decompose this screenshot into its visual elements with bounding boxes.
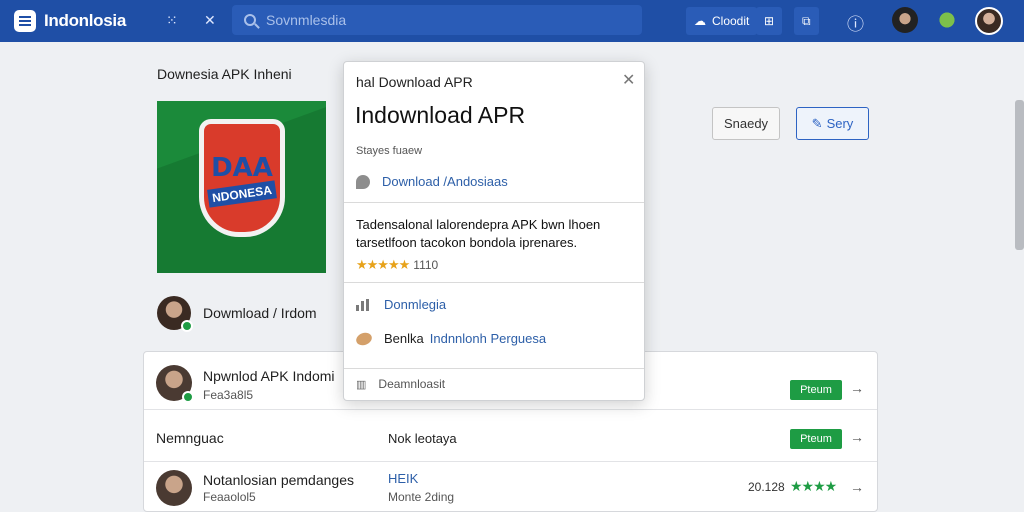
grid-icon: ⊞ <box>764 14 775 28</box>
divider <box>344 282 644 283</box>
profile-avatar[interactable] <box>975 7 1003 35</box>
popup-description: Tadensalonal lalorendepra APK bwn lhoen … <box>356 217 601 250</box>
popup-footer[interactable]: ▥ Deamnloasit <box>356 377 445 391</box>
page-title: Downesia APK Inheni <box>157 66 292 82</box>
bar-chart-icon <box>356 298 372 311</box>
popup-item-link[interactable]: Indnnlonh Perguesa <box>430 331 546 346</box>
arrow-right-icon[interactable]: → <box>850 380 864 396</box>
close-icon[interactable]: ✕ <box>622 70 635 90</box>
primary-button-label: Sery <box>826 116 854 131</box>
popup-header: hal Download APR <box>356 74 473 90</box>
app-icon-image: DAA NDONESA <box>157 101 326 273</box>
online-status-dot <box>181 320 193 332</box>
popup-item-prefix: Benlka <box>384 331 424 346</box>
download-popup: hal Download APR ✕ Indownload APR Stayes… <box>343 61 645 401</box>
apps-menu-icon[interactable]: ⁙ <box>166 12 178 29</box>
secondary-button[interactable]: Snaedy <box>712 107 780 140</box>
row-action-button[interactable]: Pteum <box>790 380 842 400</box>
list-item[interactable]: Nemnguac Nok leotaya Pteum → <box>144 410 877 462</box>
shield-logo: DAA NDONESA <box>199 119 285 237</box>
row-title: Nemnguac <box>156 430 224 446</box>
download-link-label: Download /Andosiaas <box>382 174 508 189</box>
divider <box>344 202 644 203</box>
edit-icon: ✎ <box>811 115 823 131</box>
info-icon[interactable]: ⓘ <box>847 10 864 35</box>
search-input[interactable]: Sovnmlesdia <box>232 5 642 35</box>
popup-item-label: Donmlegia <box>384 297 447 312</box>
arrow-right-icon[interactable]: → <box>850 479 864 495</box>
leaf-icon <box>356 174 370 189</box>
row-avatar <box>156 470 192 506</box>
download-link[interactable]: Download /Andosiaas <box>356 174 508 189</box>
brand[interactable]: Indonlosia <box>14 10 126 32</box>
rating-count: 1110 <box>413 258 439 272</box>
popup-footer-label: Deamnloasit <box>378 377 446 391</box>
row-detail: Nok leotaya <box>388 431 457 446</box>
android-avatar[interactable] <box>934 7 960 33</box>
cloud-icon: ☁ <box>694 14 706 28</box>
row-action-button[interactable]: Pteum <box>790 429 842 449</box>
row-title: Npwnlod APK Indomi <box>203 368 335 384</box>
window-button[interactable]: ⧉ <box>794 7 819 35</box>
close-icon[interactable]: ✕ <box>204 12 216 29</box>
online-status-dot <box>182 391 194 403</box>
popup-item-benlka[interactable]: Benlka Indnnlonh Perguesa <box>354 330 546 347</box>
brand-name: Indonlosia <box>44 11 127 30</box>
columns-icon: ▥ <box>356 378 367 391</box>
list-item[interactable]: Notanlosian pemdanges Feaaolol5 HEIK Mon… <box>144 462 877 512</box>
window-icon: ⧉ <box>802 13 811 28</box>
shield-band-text: NDONESA <box>207 180 277 208</box>
search-placeholder: Sovnmlesdia <box>266 12 347 28</box>
cloud-button[interactable]: ☁ Cloodit <box>686 7 758 35</box>
row-avatar <box>156 365 194 403</box>
divider <box>344 368 644 369</box>
rating-stars: ★★★★ <box>790 478 837 494</box>
search-icon <box>244 14 256 26</box>
row-title: Notanlosian pemdanges <box>203 472 354 488</box>
shield-top-text: DAA <box>211 153 273 183</box>
popup-rating: ★★★★★ 1110 <box>356 257 438 273</box>
row-score: 20.128 <box>748 480 785 494</box>
brand-logo-icon <box>14 10 36 32</box>
row-detail-sub: Monte 2ding <box>388 490 455 504</box>
author-avatar <box>157 296 193 332</box>
author-block[interactable]: Dowmload / Irdom <box>157 296 317 332</box>
popup-subtitle: Stayes fuaew <box>356 145 423 157</box>
grid-button[interactable]: ⊞ <box>756 7 783 35</box>
scrollbar[interactable] <box>1015 100 1024 250</box>
user-avatar[interactable] <box>892 7 918 33</box>
primary-button[interactable]: ✎ Sery <box>796 107 869 140</box>
row-detail: HEIK <box>388 471 419 486</box>
coin-icon <box>354 330 374 347</box>
row-subtitle: Fea3a8l5 <box>203 388 254 402</box>
author-name: Dowmload / Irdom <box>203 305 317 321</box>
popup-title: Indownload APR <box>355 102 526 128</box>
cloud-button-label: Cloodit <box>712 14 750 28</box>
rating-stars: ★★★★★ <box>356 257 410 272</box>
arrow-right-icon[interactable]: → <box>850 429 864 445</box>
row-subtitle: Feaaolol5 <box>203 490 256 504</box>
popup-item-donmlegia[interactable]: Donmlegia <box>356 297 446 312</box>
